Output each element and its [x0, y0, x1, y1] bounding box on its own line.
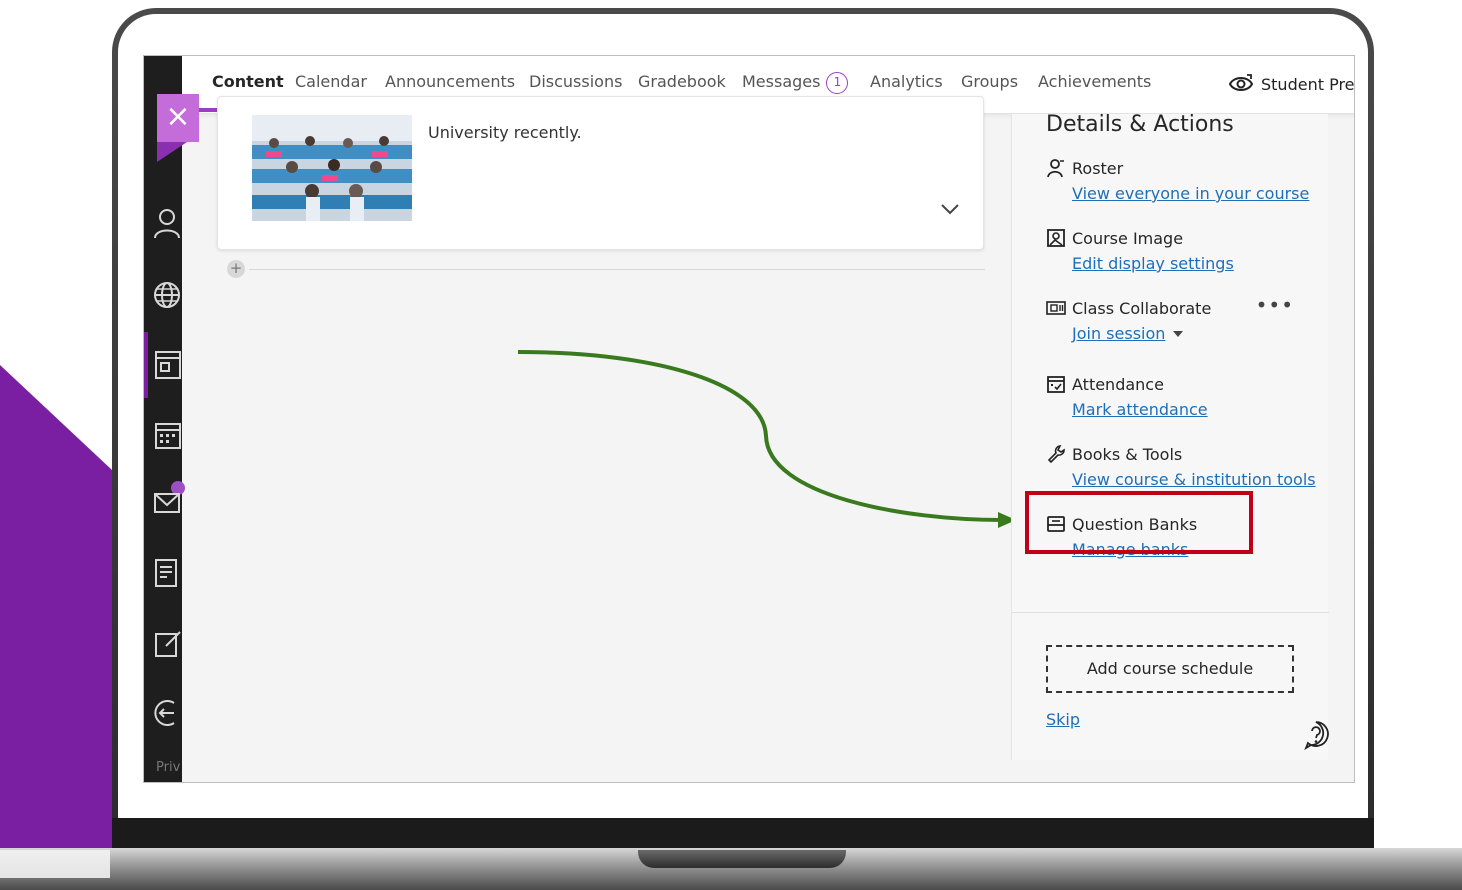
profile-icon[interactable] [152, 206, 182, 240]
attendance-title: Attendance [1072, 375, 1164, 394]
roster-link[interactable]: View everyone in your course [1072, 184, 1309, 203]
more-options-icon[interactable]: ••• [1256, 293, 1294, 317]
laptop-bottom-band [112, 818, 1374, 852]
join-session-label: Join session [1072, 324, 1166, 343]
wrench-icon [1047, 445, 1065, 464]
add-content-divider [249, 269, 985, 270]
panel-divider [1012, 612, 1329, 613]
course-image-title: Course Image [1072, 229, 1184, 248]
chevron-down-icon[interactable] [938, 197, 962, 221]
attendance-icon [1047, 376, 1065, 393]
image-icon [1047, 229, 1065, 247]
courses-icon[interactable] [152, 348, 182, 382]
rail-active-indicator [144, 332, 148, 398]
panel-title: Details & Actions [1046, 112, 1234, 137]
roster-icon [1047, 159, 1064, 178]
course-image-item: Course Image Edit display settings [1046, 226, 1316, 273]
sign-out-icon[interactable] [152, 696, 182, 730]
nav-rail: Priv [144, 56, 185, 782]
student-preview-button[interactable]: Student Preview [1227, 72, 1355, 96]
tab-discussions[interactable]: Discussions [529, 72, 622, 91]
tab-announcements[interactable]: Announcements [385, 72, 515, 91]
roster-item: Roster View everyone in your course [1046, 156, 1316, 203]
content-item-description: University recently. [428, 123, 582, 142]
stage: Priv Content Calendar Announcements Disc… [0, 0, 1462, 890]
close-icon: × [165, 99, 191, 134]
globe-icon[interactable] [152, 278, 182, 312]
student-preview-label: Student Preview [1261, 75, 1355, 94]
add-course-schedule-button[interactable]: Add course schedule [1046, 645, 1294, 693]
question-banks-highlight [1025, 491, 1253, 554]
laptop-notch [638, 850, 846, 868]
tab-messages-label: Messages [742, 72, 821, 91]
laptop-base-highlight [0, 850, 110, 878]
details-actions-panel: Details & Actions Roster View everyone i… [1011, 112, 1330, 760]
mail-icon[interactable] [152, 486, 182, 520]
course-image-link[interactable]: Edit display settings [1072, 254, 1234, 273]
tab-content[interactable]: Content [212, 72, 284, 91]
class-collaborate-item: Class Collaborate ••• Join session [1046, 293, 1316, 343]
messages-count-badge: 1 [826, 72, 849, 94]
add-content-row: + [227, 259, 985, 279]
tab-groups[interactable]: Groups [961, 72, 1018, 91]
class-collaborate-title: Class Collaborate [1072, 299, 1212, 318]
grades-icon[interactable] [152, 556, 182, 590]
attendance-link[interactable]: Mark attendance [1072, 400, 1208, 419]
caret-down-icon [1173, 331, 1184, 337]
close-panel-button[interactable]: × [157, 94, 199, 142]
tab-gradebook[interactable]: Gradebook [638, 72, 726, 91]
tab-calendar[interactable]: Calendar [295, 72, 367, 91]
add-content-button[interactable]: + [227, 260, 245, 278]
help-icon[interactable] [1302, 720, 1330, 750]
skip-link[interactable]: Skip [1046, 710, 1080, 729]
roster-title: Roster [1072, 159, 1124, 178]
close-button-flag [157, 142, 187, 162]
privacy-link[interactable]: Priv [156, 760, 180, 775]
attendance-item: Attendance Mark attendance [1046, 372, 1316, 419]
books-tools-link[interactable]: View course & institution tools [1072, 470, 1316, 489]
books-tools-title: Books & Tools [1072, 445, 1183, 464]
books-tools-item: Books & Tools View course & institution … [1046, 442, 1316, 489]
student-preview-icon [1228, 74, 1254, 91]
tab-achievements[interactable]: Achievements [1038, 72, 1151, 91]
content-item-card[interactable]: University recently. [217, 96, 984, 250]
plus-icon: + [229, 259, 243, 277]
calendar-icon[interactable] [152, 418, 182, 452]
collaborate-icon [1046, 301, 1066, 315]
join-session-link[interactable]: Join session [1072, 324, 1184, 343]
edit-icon[interactable] [152, 626, 182, 660]
tab-analytics[interactable]: Analytics [870, 72, 943, 91]
screen: Priv Content Calendar Announcements Disc… [143, 55, 1355, 783]
tab-messages[interactable]: Messages 1 [742, 72, 849, 94]
classroom-image [252, 115, 412, 221]
